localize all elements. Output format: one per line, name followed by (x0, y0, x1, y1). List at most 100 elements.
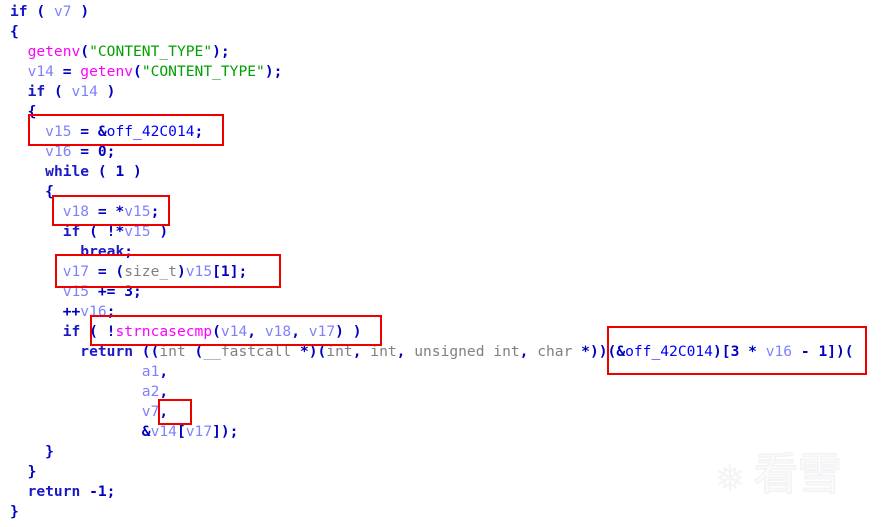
code-token: ( (212, 323, 221, 340)
code-token: { (10, 103, 37, 120)
code-token: ; (106, 483, 116, 500)
code-token: return (80, 343, 134, 360)
code-token: v14 (71, 83, 98, 100)
pseudocode-viewer: ❅ 看雪 if ( v7 ){ getenv("CONTENT_TYPE"); … (0, 0, 890, 527)
code-line[interactable]: v14 = getenv("CONTENT_TYPE"); (10, 62, 854, 82)
code-line[interactable]: { (10, 102, 854, 122)
code-block[interactable]: if ( v7 ){ getenv("CONTENT_TYPE"); v14 =… (10, 2, 854, 522)
code-token: ; (106, 303, 116, 320)
code-line[interactable]: v16 = 0; (10, 142, 854, 162)
code-token: int (370, 343, 397, 360)
code-token: ; (106, 143, 116, 160)
code-token: return (27, 483, 81, 500)
code-token: , (519, 343, 538, 360)
code-token: getenv (27, 43, 81, 60)
code-line[interactable]: getenv("CONTENT_TYPE"); (10, 42, 854, 62)
code-line[interactable]: if ( v7 ) (10, 2, 854, 22)
code-line[interactable]: v15 = &off_42C014; (10, 122, 854, 142)
code-token: ( (185, 343, 204, 360)
code-token: v18 (264, 323, 292, 340)
code-token: [ (176, 423, 186, 440)
code-token: , (247, 323, 265, 340)
code-token: - (792, 343, 819, 360)
code-token: v16 (80, 303, 107, 320)
code-line[interactable]: &v14[v17]); (10, 422, 854, 442)
code-token: 1 (818, 343, 828, 360)
code-token: 3 (124, 283, 134, 300)
code-token: { (10, 183, 54, 200)
code-token: ( (133, 63, 142, 80)
code-token: ) ) (335, 323, 362, 340)
code-token: ); (264, 63, 283, 80)
code-token: if (27, 83, 46, 100)
code-line[interactable]: return -1; (10, 482, 854, 502)
code-line[interactable]: v18 = *v15; (10, 202, 854, 222)
code-token: 0 (97, 143, 107, 160)
code-token: ; (133, 283, 142, 300)
code-line[interactable]: a1, (10, 362, 854, 382)
code-line[interactable]: } (10, 442, 854, 462)
code-token: (( (133, 343, 160, 360)
code-token: ; (150, 203, 160, 220)
code-token: = & (71, 123, 107, 140)
code-token: getenv (80, 63, 134, 80)
code-line[interactable]: ++v16; (10, 302, 854, 322)
code-token: ])( (827, 343, 854, 360)
code-token: [ (212, 263, 221, 280)
code-token: __fastcall (203, 343, 292, 360)
code-token: ( !* (80, 223, 125, 240)
code-token: break (80, 243, 125, 260)
code-line[interactable]: break; (10, 242, 854, 262)
code-line[interactable]: return ((int (__fastcall *)(int, int, un… (10, 342, 854, 362)
code-token: size_t (124, 263, 177, 280)
code-token: ++ (10, 303, 81, 320)
code-line[interactable]: { (10, 22, 854, 42)
code-line[interactable]: } (10, 502, 854, 522)
code-token: a2 (141, 383, 160, 400)
code-token: , (159, 383, 169, 400)
code-line[interactable]: v15 += 3; (10, 282, 854, 302)
code-line[interactable]: { (10, 182, 854, 202)
code-token: ; (194, 123, 204, 140)
code-token: 1 (115, 163, 125, 180)
code-token: ( (36, 3, 54, 20)
code-token: int (326, 343, 353, 360)
code-token: v18 (62, 203, 90, 220)
code-line[interactable]: v7, (10, 402, 854, 422)
code-line[interactable]: if ( !*v15 ) (10, 222, 854, 242)
code-token: } (10, 463, 37, 480)
code-line[interactable]: if ( v14 ) (10, 82, 854, 102)
code-token: v7 (141, 403, 160, 420)
code-line[interactable]: while ( 1 ) (10, 162, 854, 182)
code-token: v15 (124, 223, 151, 240)
code-token: v15 (45, 123, 72, 140)
code-token: = (71, 143, 98, 160)
code-token: a1 (141, 363, 160, 380)
code-token: v16 (765, 343, 793, 360)
code-token: v15 (62, 283, 90, 300)
code-token: = (53, 63, 81, 80)
code-token: 1 (97, 483, 107, 500)
code-token: } (10, 503, 19, 520)
code-token: v16 (45, 143, 72, 160)
code-token: int (159, 343, 186, 360)
code-token: "CONTENT_TYPE" (89, 43, 213, 60)
code-token: ) (176, 263, 186, 280)
code-token: v17 (308, 323, 336, 340)
code-token: ( (45, 83, 72, 100)
code-token: v7 (53, 3, 72, 20)
code-line[interactable]: if ( !strncasecmp(v14, v18, v17) ) (10, 322, 854, 342)
code-token: ); (212, 43, 230, 60)
code-line[interactable]: a2, (10, 382, 854, 402)
code-line[interactable]: } (10, 462, 854, 482)
code-token: 1 (220, 263, 230, 280)
code-line[interactable]: v17 = (size_t)v15[1]; (10, 262, 854, 282)
